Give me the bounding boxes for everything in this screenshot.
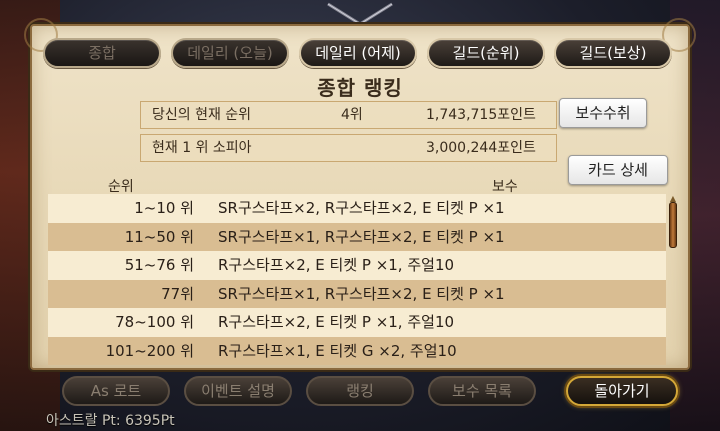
my-rank-row: 당신의 현재 순위 4위 1,743,715포인트 [140,101,557,129]
ranking-button[interactable]: 랭킹 [306,376,414,406]
reward-cell: R구스타프×1, E 티켓 G ×2, 주얼10 [218,341,457,360]
astral-points-status: 아스트랄 Pt: 6395Pt [46,413,175,429]
rank-cell: 77위 [161,284,194,303]
reward-cell: R구스타프×2, E 티켓 P ×1, 주얼10 [218,313,455,331]
top-rank-points: 3,000,244포인트 [426,140,536,156]
claim-reward-button[interactable]: 보수수취 [559,98,647,128]
rank-cell: 78~100 위 [115,313,194,331]
reward-table[interactable]: 1~10 위 SR구스타프×2, R구스타프×2, E 티켓 P ×1 11~5… [48,194,666,366]
reward-cell: SR구스타프×1, R구스타프×2, E 티켓 P ×1 [218,227,505,246]
reward-cell: SR구스타프×1, R구스타프×2, E 티켓 P ×1 [218,284,505,303]
table-scrollbar[interactable]: ▲ [668,195,678,366]
my-rank-points: 1,743,715포인트 [426,107,536,123]
bottom-nav: As 로트 이벤트 설명 랭킹 보수 목록 돌아가기 [0,376,720,410]
event-info-button[interactable]: 이벤트 설명 [184,376,292,406]
tab-guild-rank[interactable]: 길드(순위) [427,38,545,68]
table-row: 78~100 위 R구스타프×2, E 티켓 P ×1, 주얼10 [48,308,666,337]
page-title: 종합 랭킹 [317,76,403,100]
table-row: 77위 SR구스타프×1, R구스타프×2, E 티켓 P ×1 [48,279,666,308]
crossed-swords-ornament [327,2,393,26]
back-button[interactable]: 돌아가기 [566,376,678,406]
tab-bar: 종합 데일리 (오늘) 데일리 (어제) 길드(순위) 길드(보상) [43,38,683,68]
my-rank-label: 당신의 현재 순위 [152,107,252,123]
top-rank-label: 현재 1 위 소피아 [152,140,252,156]
rank-cell: 51~76 위 [124,256,194,274]
reward-cell: R구스타프×2, E 티켓 P ×1, 주얼10 [218,256,455,274]
scroll-thumb[interactable] [669,202,677,248]
tab-daily-yesterday[interactable]: 데일리 (어제) [299,38,417,68]
table-row: 51~76 위 R구스타프×2, E 티켓 P ×1, 주얼10 [48,251,666,280]
table-row: 101~200 위 R구스타프×1, E 티켓 G ×2, 주얼10 [48,336,666,365]
as-lot-button[interactable]: As 로트 [62,376,170,406]
tab-overall[interactable]: 종합 [43,38,161,68]
my-rank-value: 4위 [341,107,363,123]
top-rank-row: 현재 1 위 소피아 3,000,244포인트 [140,134,557,162]
tab-guild-reward[interactable]: 길드(보상) [554,38,672,68]
ranking-panel: 종합 데일리 (오늘) 데일리 (어제) 길드(순위) 길드(보상) 종합 랭킹… [24,18,696,370]
table-row: 11~50 위 SR구스타프×1, R구스타프×2, E 티켓 P ×1 [48,222,666,251]
reward-list-button[interactable]: 보수 목록 [428,376,536,406]
reward-cell: SR구스타프×2, R구스타프×2, E 티켓 P ×1 [218,199,505,217]
rank-cell: 101~200 위 [105,341,194,360]
rank-cell: 1~10 위 [134,199,194,217]
card-detail-button[interactable]: 카드 상세 [568,155,668,185]
rank-cell: 11~50 위 [124,227,194,246]
rank-column-header: 순위 [108,179,134,195]
reward-column-header: 보수 [492,179,518,195]
table-row: 1~10 위 SR구스타프×2, R구스타프×2, E 티켓 P ×1 [48,194,666,223]
tab-daily-today[interactable]: 데일리 (오늘) [171,38,289,68]
